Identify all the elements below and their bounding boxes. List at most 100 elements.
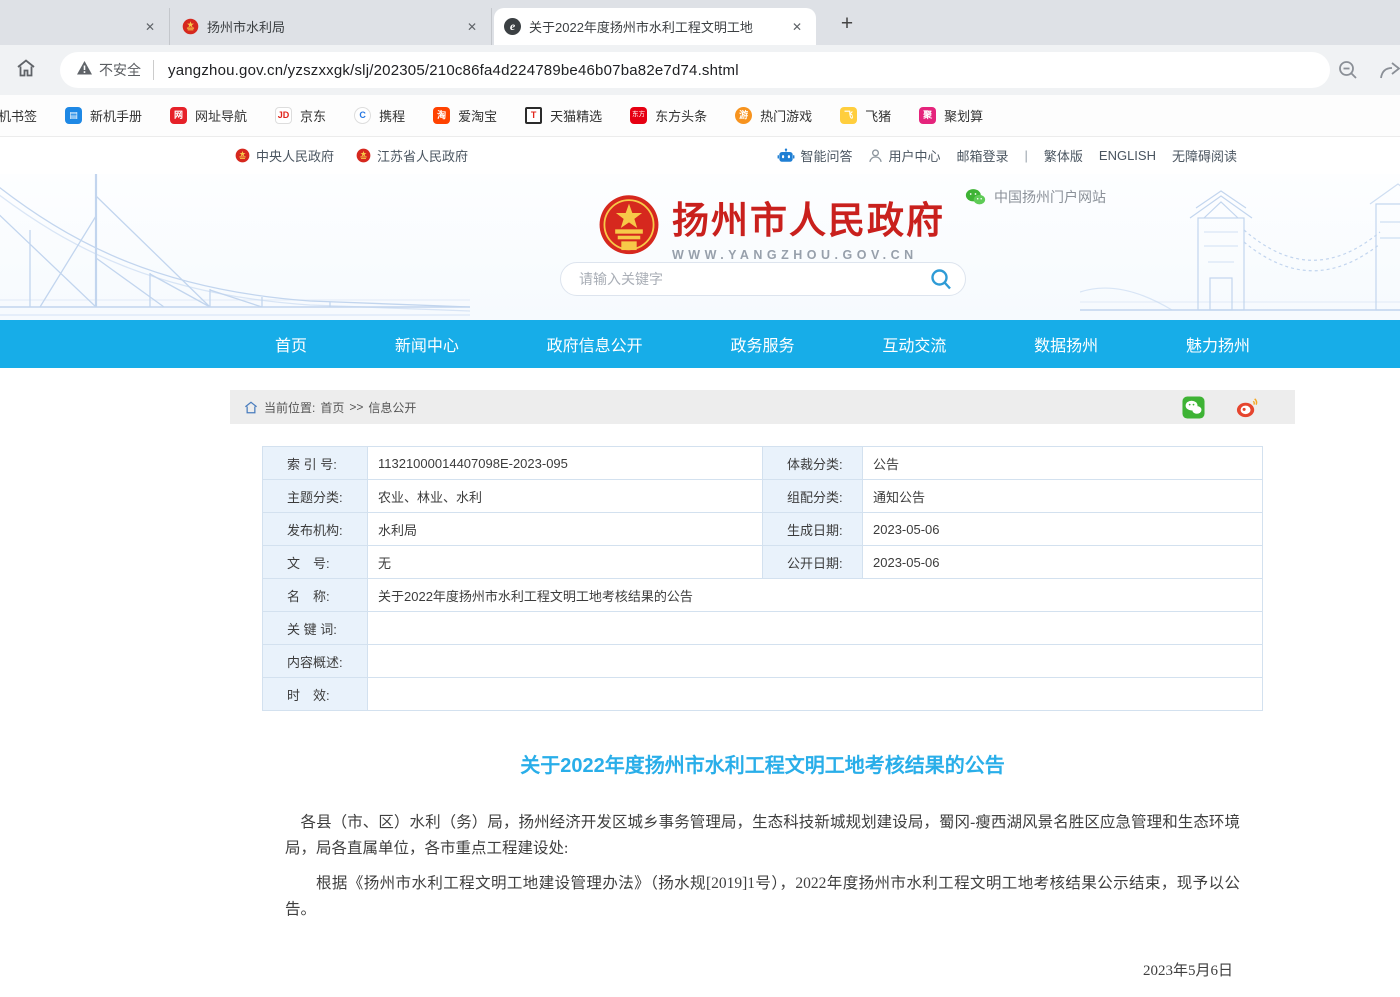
breadcrumb-home[interactable]: 首页 <box>320 399 344 416</box>
meta-value: 2023-05-06 <box>863 546 1263 579</box>
eastday-icon: 东方 <box>630 107 647 124</box>
address-bar: 不安全 yangzhou.gov.cn/yzszxxgk/slj/202305/… <box>0 45 1400 95</box>
meta-value: 关于2022年度扬州市水利工程文明工地考核结果的公告 <box>368 579 1263 612</box>
search-button[interactable] <box>929 267 953 291</box>
table-row: 发布机构: 水利局 生成日期: 2023-05-06 <box>263 513 1263 546</box>
site-nav-icon: 网 <box>170 107 187 124</box>
gov-top-bar: 中央人民政府 江苏省人民政府 智能问答 用户中心 邮箱登录 | 繁体版 ENGL… <box>0 137 1400 174</box>
meta-value: 无 <box>368 546 763 579</box>
english-label: ENGLISH <box>1099 148 1156 163</box>
breadcrumb-current[interactable]: 信息公开 <box>368 399 416 416</box>
jd-icon: JD <box>275 107 292 124</box>
browser-e-favicon: e <box>504 18 521 35</box>
meta-value: 2023-05-06 <box>863 513 1263 546</box>
english-link[interactable]: ENGLISH <box>1099 148 1156 163</box>
tab-title: 关于2022年度扬州市水利工程文明工地 <box>529 17 780 36</box>
nav-charm[interactable]: 魅力扬州 <box>1186 332 1250 356</box>
taobao-icon: 淘 <box>433 107 450 124</box>
nav-data[interactable]: 数据扬州 <box>1034 332 1098 356</box>
home-icon[interactable] <box>14 56 38 85</box>
traditional-link[interactable]: 繁体版 <box>1044 146 1083 165</box>
bookmark-item[interactable]: ▤ 新机手册 <box>51 106 156 125</box>
table-row: 名 称: 关于2022年度扬州市水利工程文明工地考核结果的公告 <box>263 579 1263 612</box>
smart-qa-label: 智能问答 <box>800 146 852 165</box>
jiangsu-gov-link[interactable]: 江苏省人民政府 <box>356 146 468 165</box>
home-icon <box>244 401 258 414</box>
manual-icon: ▤ <box>65 107 82 124</box>
url-box[interactable]: 不安全 yangzhou.gov.cn/yzszxxgk/slj/202305/… <box>60 52 1330 88</box>
divider: | <box>1025 148 1028 163</box>
wechat-icon <box>965 188 986 206</box>
tab-bar: ✕ 扬州市水利局 ✕ e 关于2022年度扬州市水利工程文明工地 ✕ + <box>0 0 1400 45</box>
table-row: 关 键 词: <box>263 612 1263 645</box>
article-paragraph: 根据《扬州市水利工程文明工地建设管理办法》（扬水规[2019]1号），2022年… <box>285 871 1240 923</box>
search-box <box>560 262 966 296</box>
new-tab-button[interactable]: + <box>832 10 862 40</box>
meta-label: 索 引 号: <box>263 447 368 480</box>
central-gov-link[interactable]: 中央人民政府 <box>235 146 334 165</box>
warning-icon <box>76 60 93 81</box>
nav-services[interactable]: 政务服务 <box>730 332 794 356</box>
wechat-share-icon[interactable] <box>1182 396 1205 419</box>
gov-emblem-favicon <box>182 18 199 35</box>
table-row: 内容概述: <box>263 645 1263 678</box>
accessibility-label: 无障碍阅读 <box>1172 146 1237 165</box>
portal-link[interactable]: 中国扬州门户网站 <box>965 187 1106 207</box>
main-nav: 首页 新闻中心 政府信息公开 政务服务 互动交流 数据扬州 魅力扬州 <box>0 320 1400 368</box>
bookmark-item[interactable]: JD 京东 <box>261 106 340 125</box>
weibo-share-icon[interactable] <box>1235 396 1259 419</box>
bookmark-item[interactable]: 机书签 <box>0 106 51 125</box>
meta-value: 农业、林业、水利 <box>368 480 763 513</box>
robot-icon <box>777 148 795 164</box>
bookmark-item[interactable]: 飞 飞猪 <box>826 106 905 125</box>
nav-info-disclosure[interactable]: 政府信息公开 <box>547 332 643 356</box>
security-label: 不安全 <box>99 60 141 80</box>
bookmark-item[interactable]: 聚 聚划算 <box>905 106 997 125</box>
bookmark-item[interactable]: T 天猫精选 <box>511 106 616 125</box>
user-icon <box>868 148 883 163</box>
meta-value: 水利局 <box>368 513 763 546</box>
bookmark-item[interactable]: 淘 爱淘宝 <box>419 106 511 125</box>
search-input[interactable] <box>579 271 929 287</box>
bookmark-label: 热门游戏 <box>760 106 812 125</box>
gov-link-label: 中央人民政府 <box>256 146 334 165</box>
breadcrumb-prefix: 当前位置: <box>264 399 315 416</box>
bookmark-item[interactable]: C 携程 <box>340 106 419 125</box>
meta-value <box>368 645 1263 678</box>
tab-1[interactable]: 扬州市水利局 ✕ <box>172 8 492 45</box>
bookmark-item[interactable]: 游 热门游戏 <box>721 106 826 125</box>
meta-label: 关 键 词: <box>263 612 368 645</box>
bookmark-label: 新机手册 <box>90 106 142 125</box>
bookmark-item[interactable]: 网 网址导航 <box>156 106 261 125</box>
bookmark-label: 爱淘宝 <box>458 106 497 125</box>
table-row: 时 效: <box>263 678 1263 711</box>
nav-interaction[interactable]: 互动交流 <box>882 332 946 356</box>
juhuasuan-icon: 聚 <box>919 107 936 124</box>
bookmark-item[interactable]: 东方 东方头条 <box>616 106 721 125</box>
nav-news[interactable]: 新闻中心 <box>395 332 459 356</box>
games-icon: 游 <box>735 107 752 124</box>
tab-close-icon[interactable]: ✕ <box>788 18 806 36</box>
article-title: 关于2022年度扬州市水利工程文明工地考核结果的公告 <box>230 749 1295 778</box>
share-icon[interactable] <box>1378 58 1400 87</box>
accessibility-link[interactable]: 无障碍阅读 <box>1172 146 1237 165</box>
zoom-out-icon[interactable] <box>1336 58 1360 87</box>
tab-2-active[interactable]: e 关于2022年度扬州市水利工程文明工地 ✕ <box>494 8 816 45</box>
smart-qa-link[interactable]: 智能问答 <box>777 146 852 165</box>
mail-login-link[interactable]: 邮箱登录 <box>956 146 1008 165</box>
tab-close-icon[interactable]: ✕ <box>463 18 481 36</box>
tab-close-icon[interactable]: ✕ <box>141 18 159 36</box>
tab-0[interactable]: ✕ <box>0 8 170 45</box>
nav-home[interactable]: 首页 <box>275 332 307 356</box>
search-icon <box>929 267 953 291</box>
table-row: 主题分类: 农业、林业、水利 组配分类: 通知公告 <box>263 480 1263 513</box>
site-name: 扬州市人民政府 <box>672 190 945 244</box>
mail-login-label: 邮箱登录 <box>956 146 1008 165</box>
bookmark-label: 天猫精选 <box>550 106 602 125</box>
site-logo[interactable]: 扬州市人民政府 WWW.YANGZHOU.GOV.CN <box>598 190 945 262</box>
user-center-link[interactable]: 用户中心 <box>868 146 940 165</box>
meta-label: 体裁分类: <box>763 447 863 480</box>
meta-label: 公开日期: <box>763 546 863 579</box>
bookmark-label: 京东 <box>300 106 326 125</box>
banner-artwork-towers <box>1080 174 1400 320</box>
